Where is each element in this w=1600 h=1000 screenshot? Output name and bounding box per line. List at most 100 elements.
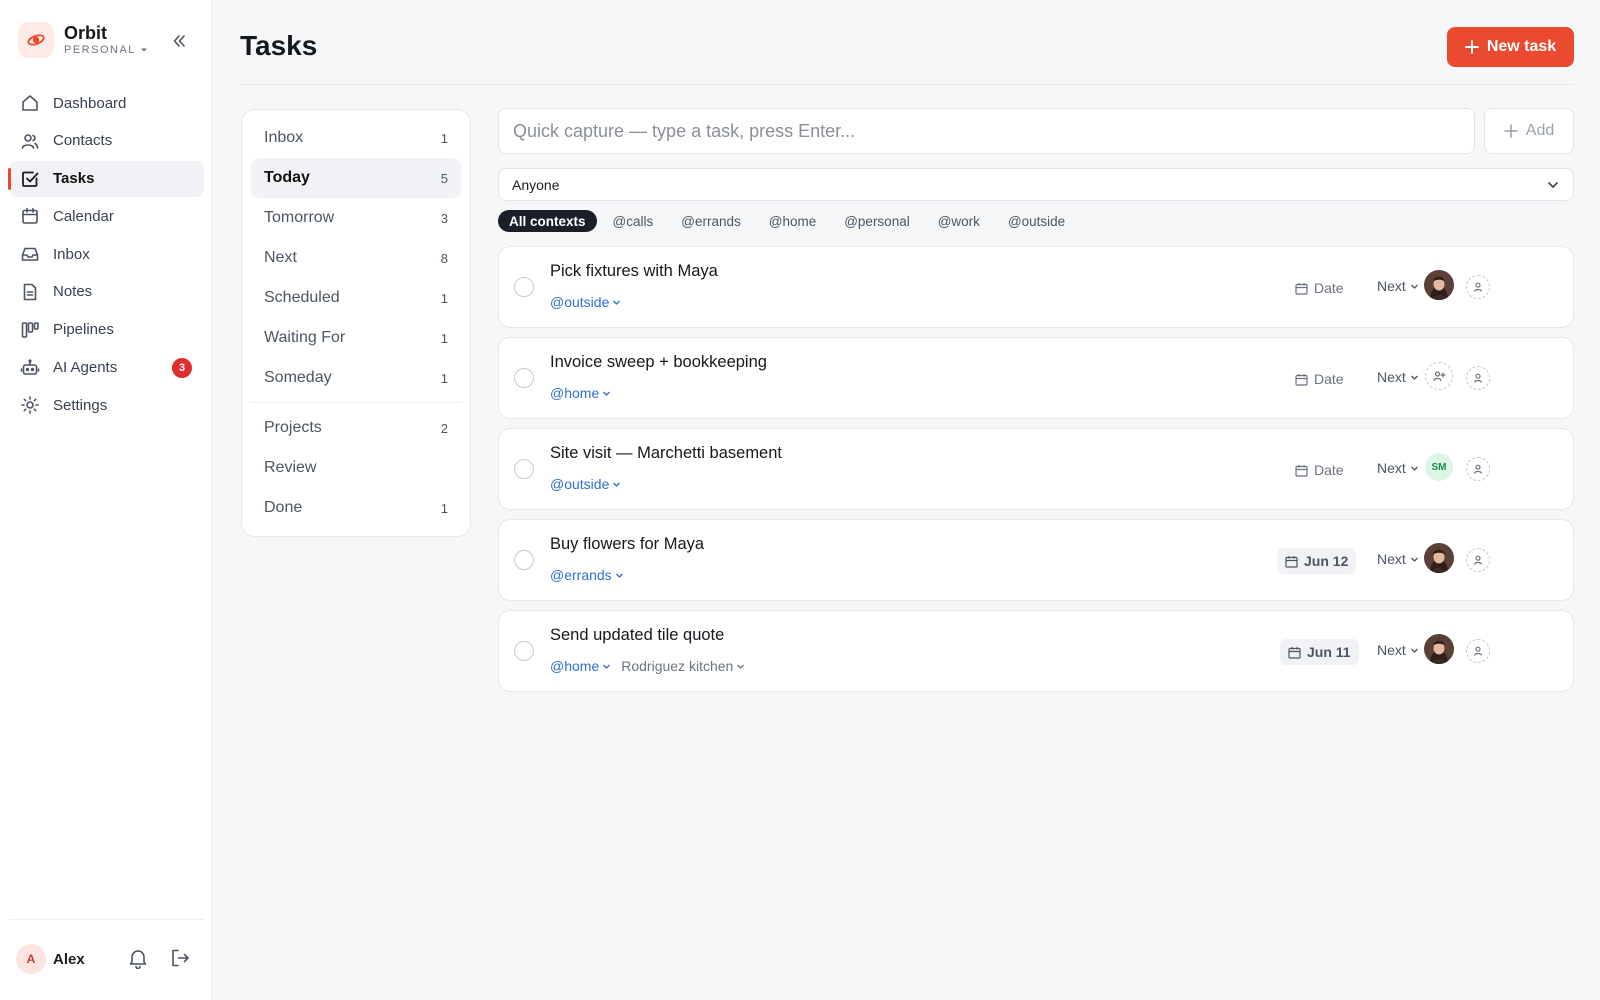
- delegate-button[interactable]: [1466, 275, 1490, 299]
- task-context-dropdown[interactable]: @errands: [550, 567, 624, 583]
- orbit-logo-icon: [18, 22, 54, 58]
- view-count: 1: [440, 330, 448, 346]
- assignee-avatar[interactable]: [1424, 634, 1454, 664]
- date-picker-button[interactable]: Date: [1287, 275, 1352, 301]
- view-someday[interactable]: Someday 1: [251, 358, 461, 398]
- view-scheduled[interactable]: Scheduled 1: [251, 278, 461, 318]
- view-done[interactable]: Done 1: [251, 488, 461, 528]
- users-icon: [20, 131, 40, 151]
- task-card[interactable]: Send updated tile quote @home Rodriguez …: [498, 610, 1574, 692]
- task-title[interactable]: Pick fixtures with Maya: [550, 262, 718, 281]
- brand[interactable]: Orbit PERSONAL: [18, 22, 148, 58]
- nav-item-ai-agents[interactable]: AI Agents 3: [9, 350, 204, 386]
- calendar-icon: [1285, 555, 1298, 568]
- view-label: Done: [264, 499, 303, 516]
- collapse-sidebar-button[interactable]: [168, 30, 190, 52]
- complete-checkbox[interactable]: [514, 368, 534, 388]
- delegate-button[interactable]: [1466, 366, 1490, 390]
- task-context-dropdown[interactable]: @outside: [550, 476, 621, 492]
- task-status: Next: [1377, 460, 1406, 476]
- nav-item-contacts[interactable]: Contacts: [9, 123, 204, 159]
- delegate-button[interactable]: [1466, 639, 1490, 663]
- new-task-button[interactable]: New task: [1447, 27, 1574, 67]
- context-chip-errands[interactable]: @errands: [669, 210, 752, 232]
- task-title[interactable]: Invoice sweep + bookkeeping: [550, 353, 767, 372]
- nav-item-pipelines[interactable]: Pipelines: [9, 312, 204, 348]
- assign-owner-button[interactable]: [1425, 362, 1453, 390]
- task-date: Date: [1314, 371, 1344, 387]
- view-label: Review: [264, 459, 317, 476]
- view-label: Today: [264, 169, 310, 186]
- assignee-avatar[interactable]: [1424, 270, 1454, 300]
- context-chip-work[interactable]: @work: [926, 210, 992, 232]
- task-context: @outside: [550, 476, 610, 492]
- date-picker-button[interactable]: Date: [1287, 366, 1352, 392]
- status-dropdown[interactable]: Next: [1377, 278, 1419, 294]
- task-date: Jun 12: [1304, 553, 1349, 569]
- complete-checkbox[interactable]: [514, 277, 534, 297]
- task-project-dropdown[interactable]: Rodriguez kitchen: [621, 658, 745, 674]
- task-context-dropdown[interactable]: @home: [550, 658, 611, 674]
- nav-item-inbox[interactable]: Inbox: [9, 236, 204, 272]
- nav-item-notes[interactable]: Notes: [9, 274, 204, 310]
- assignee-avatar[interactable]: [1424, 543, 1454, 573]
- delegate-button[interactable]: [1466, 548, 1490, 572]
- nav-label: Inbox: [53, 245, 90, 263]
- task-card[interactable]: Invoice sweep + bookkeeping @home Date N…: [498, 337, 1574, 419]
- quick-capture-input[interactable]: [498, 108, 1475, 154]
- view-count: 8: [440, 250, 448, 266]
- nav-item-dashboard[interactable]: Dashboard: [9, 85, 204, 121]
- context-chip-all[interactable]: All contexts: [498, 210, 597, 232]
- complete-checkbox[interactable]: [514, 550, 534, 570]
- status-dropdown[interactable]: Next: [1377, 369, 1419, 385]
- task-card[interactable]: Buy flowers for Maya @errands Jun 12 Nex…: [498, 519, 1574, 601]
- view-count: 3: [440, 210, 448, 226]
- notes-icon: [20, 282, 40, 302]
- status-dropdown[interactable]: Next: [1377, 460, 1419, 476]
- task-title[interactable]: Send updated tile quote: [550, 626, 724, 645]
- task-title[interactable]: Buy flowers for Maya: [550, 535, 704, 554]
- complete-checkbox[interactable]: [514, 641, 534, 661]
- calendar-icon: [20, 206, 40, 226]
- task-context: @errands: [550, 567, 612, 583]
- check-square-icon: [20, 169, 40, 189]
- bell-icon[interactable]: [127, 947, 149, 974]
- complete-checkbox[interactable]: [514, 459, 534, 479]
- date-picker-button[interactable]: Jun 11: [1280, 639, 1359, 665]
- task-context-dropdown[interactable]: @home: [550, 385, 611, 401]
- assignee-filter-select[interactable]: Anyone: [498, 168, 1574, 201]
- view-count: 1: [440, 500, 448, 516]
- user-avatar[interactable]: A: [16, 944, 46, 974]
- view-projects[interactable]: Projects 2: [251, 408, 461, 448]
- context-chip-home[interactable]: @home: [757, 210, 828, 232]
- context-chip-personal[interactable]: @personal: [832, 210, 922, 232]
- view-review[interactable]: Review: [251, 448, 461, 488]
- view-tomorrow[interactable]: Tomorrow 3: [251, 198, 461, 238]
- view-next[interactable]: Next 8: [251, 238, 461, 278]
- context-chip-calls[interactable]: @calls: [601, 210, 666, 232]
- nav-item-calendar[interactable]: Calendar: [9, 198, 204, 234]
- assignee-avatar[interactable]: SM: [1425, 453, 1453, 481]
- view-waiting-for[interactable]: Waiting For 1: [251, 318, 461, 358]
- view-today[interactable]: Today 5: [251, 158, 461, 198]
- nav-item-settings[interactable]: Settings: [9, 387, 204, 423]
- workspace-switcher[interactable]: PERSONAL: [64, 43, 148, 57]
- task-title[interactable]: Site visit — Marchetti basement: [550, 444, 782, 463]
- view-inbox[interactable]: Inbox 1: [251, 118, 461, 158]
- logout-icon[interactable]: [169, 947, 191, 974]
- plus-icon: [1464, 40, 1479, 54]
- date-picker-button[interactable]: Jun 12: [1277, 548, 1357, 574]
- add-task-button[interactable]: Add: [1484, 108, 1574, 154]
- nav-item-tasks[interactable]: Tasks: [8, 160, 204, 197]
- task-context-dropdown[interactable]: @outside: [550, 294, 621, 310]
- delegate-button[interactable]: [1466, 457, 1490, 481]
- task-card[interactable]: Pick fixtures with Maya @outside Date Ne…: [498, 246, 1574, 328]
- view-label: Next: [264, 249, 297, 266]
- calendar-icon: [1295, 373, 1308, 386]
- task-date: Date: [1314, 462, 1344, 478]
- context-chip-outside[interactable]: @outside: [996, 210, 1077, 232]
- date-picker-button[interactable]: Date: [1287, 457, 1352, 483]
- task-card[interactable]: Site visit — Marchetti basement @outside…: [498, 428, 1574, 510]
- status-dropdown[interactable]: Next: [1377, 551, 1419, 567]
- status-dropdown[interactable]: Next: [1377, 642, 1419, 658]
